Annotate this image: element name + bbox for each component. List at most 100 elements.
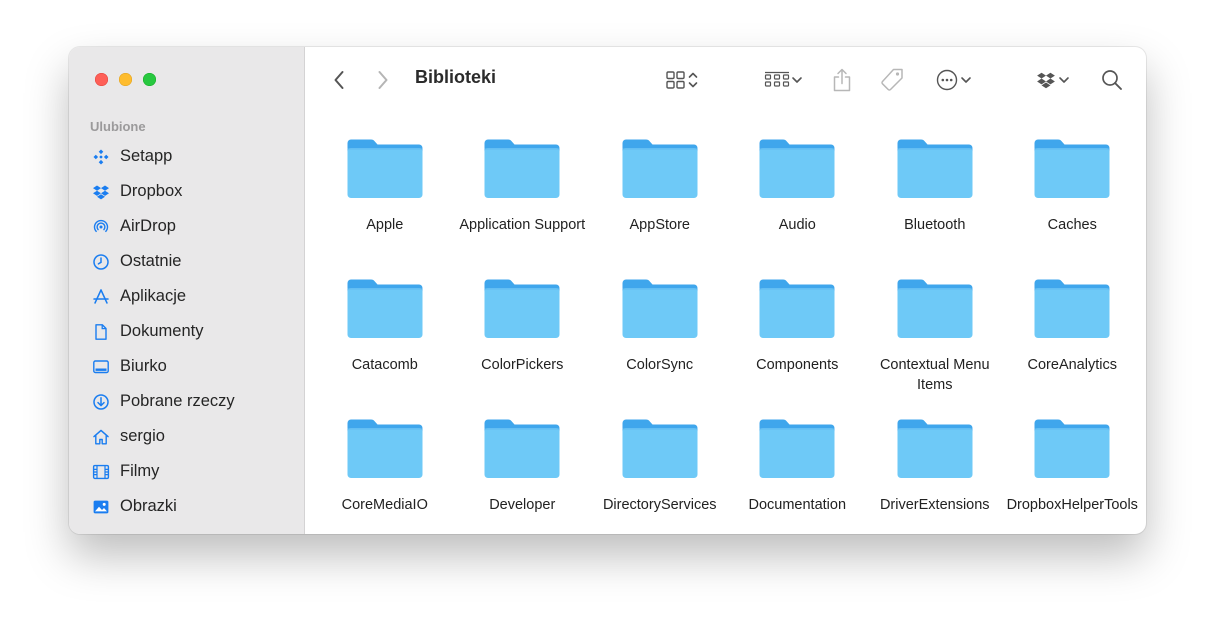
forward-button[interactable] (371, 65, 395, 95)
sidebar-item-label: Obrazki (120, 497, 177, 515)
folder-item[interactable]: Application Support (454, 137, 592, 277)
folder-icon (896, 277, 974, 341)
folder-icon (1033, 277, 1111, 341)
sidebar-item-label: Pobrane rzeczy (120, 392, 235, 410)
folder-icon (1033, 417, 1111, 481)
folder-icon (346, 277, 424, 341)
folder-label: DriverExtensions (879, 497, 990, 513)
file-grid-area: Apple Application Support AppStore Audio Blu… (305, 113, 1146, 534)
up-down-chevron-icon (687, 70, 699, 90)
folder-item[interactable]: Catacomb (316, 277, 454, 417)
folder-icon (346, 137, 424, 201)
sidebar-section-title: Ulubione (90, 119, 146, 134)
sidebar-item-ostatnie[interactable]: Ostatnie (69, 244, 304, 279)
sidebar-item-obrazki[interactable]: Obrazki (69, 489, 304, 524)
share-button[interactable] (829, 65, 855, 95)
dropbox-icon (1035, 70, 1057, 90)
folder-item[interactable]: Apple (316, 137, 454, 277)
sidebar-item-aplikacje[interactable]: Aplikacje (69, 279, 304, 314)
sidebar-item-label: Aplikacje (120, 287, 187, 305)
sidebar-item-airdrop[interactable]: AirDrop (69, 209, 304, 244)
folder-label: AppStore (629, 217, 690, 233)
folder-item[interactable]: DriverExtensions (866, 417, 1004, 534)
search-button[interactable] (1097, 65, 1127, 95)
folder-item[interactable]: Caches (1004, 137, 1142, 277)
folder-icon (758, 417, 836, 481)
view-mode-button[interactable] (659, 65, 705, 95)
folder-icon (758, 137, 836, 201)
sidebar-item-label: AirDrop (120, 217, 176, 235)
folder-label: Developer (489, 497, 556, 513)
folder-item[interactable]: Developer (454, 417, 592, 534)
folder-icon (621, 277, 699, 341)
sidebar-item-filmy[interactable]: Filmy (69, 454, 304, 489)
more-actions-button[interactable] (931, 65, 977, 95)
zoom-button[interactable] (143, 73, 156, 86)
toolbar: Biblioteki (305, 47, 1146, 113)
download-icon (91, 392, 111, 412)
folder-label: Components (756, 357, 839, 373)
folder-item[interactable]: CoreMediaIO (316, 417, 454, 534)
sidebar-item-setapp[interactable]: Setapp (69, 139, 304, 174)
folder-icon (483, 417, 561, 481)
folder-label: ColorSync (626, 357, 694, 373)
chevron-down-icon (1057, 73, 1071, 87)
folder-label: DirectoryServices (602, 497, 717, 513)
folder-item[interactable]: DropboxHelperTools (1004, 417, 1142, 534)
folder-item[interactable]: ColorSync (591, 277, 729, 417)
window-controls (95, 73, 156, 86)
film-icon (91, 462, 111, 482)
file-grid: Apple Application Support AppStore Audio Blu… (316, 137, 1141, 534)
folder-label: Catacomb (351, 357, 418, 373)
folder-icon (896, 137, 974, 201)
sidebar-item-dokumenty[interactable]: Dokumenty (69, 314, 304, 349)
sidebar-item-biurko[interactable]: Biurko (69, 349, 304, 384)
group-button[interactable] (761, 65, 807, 95)
more-icon (935, 68, 959, 92)
back-icon (332, 69, 346, 91)
forward-icon (376, 69, 390, 91)
airdrop-icon (91, 217, 111, 237)
folder-icon (483, 137, 561, 201)
share-icon (831, 67, 853, 93)
back-button[interactable] (327, 65, 351, 95)
finder-window: Ulubione Setapp Dropbox AirDrop Ostatnie… (69, 47, 1146, 534)
folder-label: Apple (366, 217, 404, 233)
sidebar-item-label: Filmy (120, 462, 160, 480)
sidebar-item-label: Dropbox (120, 182, 183, 200)
folder-label: Documentation (748, 497, 847, 513)
folder-item[interactable]: Documentation (729, 417, 867, 534)
folder-item[interactable]: Audio (729, 137, 867, 277)
sidebar-item-label: Ostatnie (120, 252, 182, 270)
sidebar-item-pobrane-rzeczy[interactable]: Pobrane rzeczy (69, 384, 304, 419)
folder-item[interactable]: DirectoryServices (591, 417, 729, 534)
folder-item[interactable]: Contextual Menu Items (866, 277, 1004, 417)
close-button[interactable] (95, 73, 108, 86)
folder-item[interactable]: Bluetooth (866, 137, 1004, 277)
folder-label: Contextual Menu Items (879, 357, 990, 393)
folder-label: Bluetooth (904, 217, 966, 233)
folder-item[interactable]: CoreAnalytics (1004, 277, 1142, 417)
sidebar-item-sergio[interactable]: sergio (69, 419, 304, 454)
folder-label: DropboxHelperTools (1006, 497, 1138, 513)
folder-label: CoreMediaIO (341, 497, 428, 513)
sidebar-item-dropbox[interactable]: Dropbox (69, 174, 304, 209)
chevron-down-icon (790, 73, 804, 87)
minimize-button[interactable] (119, 73, 132, 86)
folder-icon (758, 277, 836, 341)
search-icon (1101, 69, 1123, 91)
folder-item[interactable]: AppStore (591, 137, 729, 277)
folder-label: CoreAnalytics (1027, 357, 1117, 373)
photo-icon (91, 497, 111, 517)
group-icon (764, 70, 790, 90)
folder-item[interactable]: ColorPickers (454, 277, 592, 417)
sidebar-list: Setapp Dropbox AirDrop Ostatnie Aplikacj… (69, 139, 304, 524)
dropbox-button[interactable] (1031, 65, 1075, 95)
folder-icon (896, 417, 974, 481)
dropbox-icon (91, 182, 111, 202)
folder-item[interactable]: Components (729, 277, 867, 417)
sidebar-item-label: Dokumenty (120, 322, 204, 340)
tag-button[interactable] (877, 65, 907, 95)
folder-label: Audio (778, 217, 816, 233)
folder-icon (346, 417, 424, 481)
